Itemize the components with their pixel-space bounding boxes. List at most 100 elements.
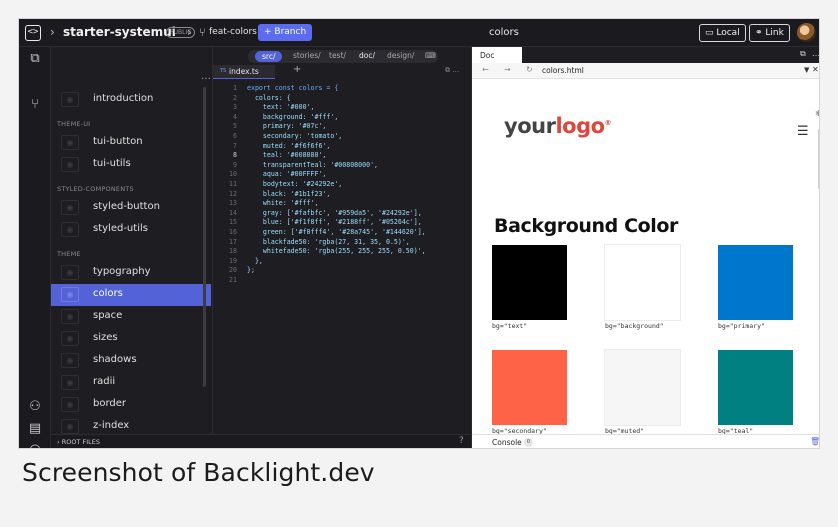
more-icon[interactable]: …	[812, 49, 819, 58]
line-number: 15	[229, 218, 237, 227]
tab-doc-preview[interactable]: Doc	[472, 47, 522, 63]
local-label: Local	[716, 28, 740, 38]
swatch-label: bg="secondary"	[492, 427, 547, 434]
line-number: 9	[233, 160, 237, 169]
sidebar-item-radii[interactable]: ◉ radii	[51, 372, 211, 394]
file-tab-index[interactable]: TS index.ts	[213, 65, 275, 79]
chevron-right-icon: ›	[50, 25, 55, 39]
tab-test[interactable]: test/	[329, 51, 346, 60]
root-files-toggle[interactable]: › ROOT FILES	[57, 438, 100, 446]
sidebar-item-shadows[interactable]: ◉ shadows	[51, 350, 211, 372]
preview-panel: Doc ⧉ … ← → ↻ colors.html ▼ ✕ ✱ yourlogo…	[471, 47, 819, 448]
link-label: Link	[765, 28, 784, 38]
sidebar-item-sizes[interactable]: ◉ sizes	[51, 328, 211, 350]
sidebar-item-tui-utils[interactable]: ◉ tui-utils	[51, 154, 211, 176]
monitor-icon: ▭	[705, 28, 717, 38]
address-bar: ← → ↻ colors.html ▼ ✕	[472, 63, 819, 79]
code-text: green: ['#f0fff4', '#28a745', '#144620']…	[247, 228, 426, 236]
sidebar-item-typography[interactable]: ◉ typography	[51, 262, 211, 284]
document-title: colors	[489, 27, 519, 38]
tab-doc[interactable]: doc/	[359, 51, 375, 60]
sidebar-item-introduction[interactable]: ◉ introduction	[51, 89, 211, 111]
code-text: bodytext: '#24292e',	[247, 180, 343, 188]
avatar[interactable]	[797, 23, 816, 42]
sidebar-item-label: tui-button	[93, 136, 143, 147]
sidebar-item-border[interactable]: ◉ border	[51, 394, 211, 416]
git-branch-icon[interactable]: ⑂	[27, 97, 43, 113]
sidebar-item-label: styled-utils	[93, 223, 148, 234]
line-number: 18	[229, 247, 237, 256]
split-editor-icon[interactable]: ⧉ …	[445, 66, 459, 75]
branch-name[interactable]: feat-colors	[209, 27, 257, 37]
link-button[interactable]: ⚭ Link	[749, 24, 790, 42]
sidebar-item-space[interactable]: ◉ space	[51, 306, 211, 328]
pin-icon[interactable]: ✕	[812, 65, 819, 74]
section-header: THEME	[57, 250, 81, 258]
add-file-icon[interactable]: +	[293, 64, 301, 75]
line-number: 12	[229, 189, 237, 198]
sidebar-item-label: styled-button	[93, 201, 160, 212]
line-number: 8	[233, 151, 237, 160]
rainbow-icon[interactable]: ◠	[27, 442, 43, 448]
sidebar-item-styled-button[interactable]: ◉ styled-button	[51, 197, 211, 219]
open-external-icon[interactable]: ⧉	[800, 49, 806, 59]
sidebar-item-label: shadows	[93, 354, 137, 365]
more-icon[interactable]: …	[201, 71, 211, 82]
url-field[interactable]: colors.html	[542, 66, 584, 75]
chevron-down-icon[interactable]: ▼	[804, 66, 809, 74]
camera-icon: ◉	[61, 353, 79, 368]
users-icon[interactable]: ⚇	[27, 399, 43, 415]
new-branch-button[interactable]: + Branch	[258, 24, 313, 41]
settings-icon[interactable]: ✱	[815, 109, 819, 118]
help-icon[interactable]: ?	[459, 436, 464, 446]
tab-stories[interactable]: stories/	[293, 51, 321, 60]
code-text: muted: '#f6f6f6',	[247, 141, 331, 150]
code-text: };	[247, 266, 255, 275]
console-bar[interactable]: Console 0 🗑	[472, 434, 819, 448]
local-button[interactable]: ▭ Local	[699, 24, 746, 42]
sidebar-item-label: introduction	[93, 93, 154, 104]
sidebar-item-styled-utils[interactable]: ◉ styled-utils	[51, 219, 211, 241]
camera-icon: ◉	[61, 200, 79, 215]
trash-icon[interactable]: 🗑	[810, 437, 819, 446]
book-icon[interactable]: ▤	[27, 421, 43, 437]
color-swatch	[605, 350, 680, 425]
swatch-label: bg="background"	[605, 322, 664, 330]
camera-icon: ◉	[61, 309, 79, 324]
line-number: 21	[229, 276, 237, 284]
chevron-right-icon: ›	[187, 25, 192, 39]
link-icon: ⚭	[755, 28, 766, 38]
sidebar-scrollbar[interactable]	[203, 87, 206, 387]
chevron-right-icon: ›	[57, 438, 60, 446]
files-icon[interactable]: ⧉	[27, 51, 43, 67]
camera-icon: ◉	[61, 135, 79, 150]
sidebar-item-label: border	[93, 398, 127, 409]
tab-design[interactable]: design/	[387, 51, 414, 60]
preview-tab-bar: Doc ⧉ …	[472, 47, 819, 63]
reload-icon[interactable]: ↻	[526, 65, 533, 74]
logo: yourlogo®	[504, 114, 611, 138]
camera-icon: ◉	[61, 157, 79, 172]
swatch-label: bg="text"	[492, 322, 528, 330]
line-number: 16	[229, 228, 237, 236]
code-text: blackfade50: 'rgba(27, 31, 35, 0.5)',	[247, 237, 410, 246]
terminal-icon[interactable]: ⌨	[425, 51, 436, 60]
line-number: 1	[233, 84, 237, 92]
top-bar: <> › starter-systemui PUBLIC › ⑂ feat-co…	[19, 19, 819, 47]
preview-scrollbar[interactable]	[818, 129, 819, 189]
hamburger-menu-icon[interactable]: ☰	[797, 124, 809, 139]
backlight-logo-icon[interactable]: <>	[25, 25, 41, 41]
swatch-label: bg="primary"	[718, 322, 765, 330]
camera-icon: ◉	[61, 265, 79, 280]
line-number: 7	[233, 141, 237, 150]
project-name[interactable]: starter-systemui	[63, 25, 176, 39]
back-icon[interactable]: ←	[482, 65, 489, 74]
code-text: export const colors = {	[247, 84, 339, 92]
file-lang-badge: TS	[220, 68, 227, 74]
forward-icon[interactable]: →	[504, 65, 511, 74]
sidebar-item-tui-button[interactable]: ◉ tui-button	[51, 132, 211, 154]
tab-src[interactable]: src/	[255, 51, 283, 62]
sidebar-item-colors[interactable]: ◉ colors	[51, 284, 211, 306]
console-count-badge: 0	[524, 438, 533, 447]
sidebar-item-label: radii	[93, 376, 116, 387]
